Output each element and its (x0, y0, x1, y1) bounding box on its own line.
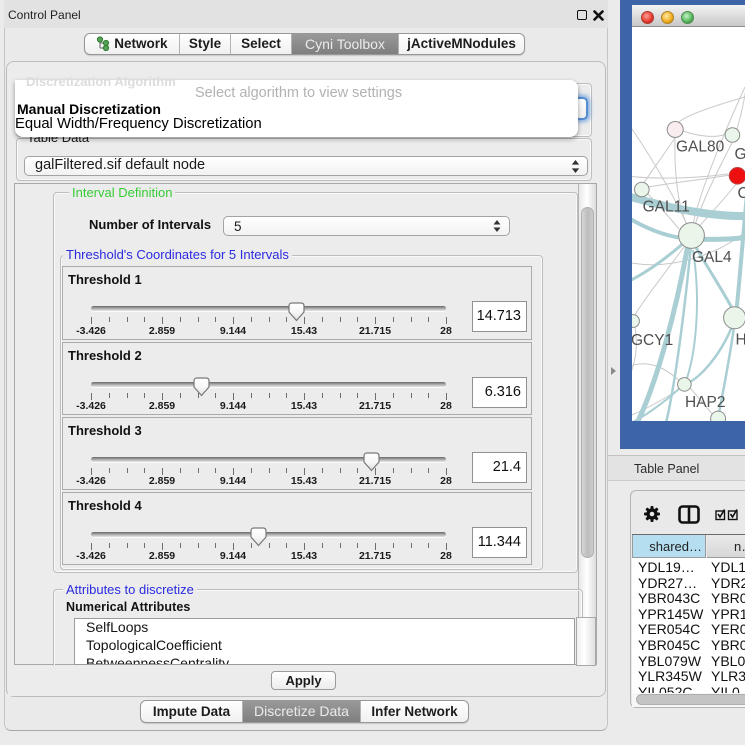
svg-text:GAL80: GAL80 (676, 139, 725, 156)
svg-text:HA: HA (736, 332, 745, 349)
svg-text:GCY1: GCY1 (632, 332, 673, 349)
svg-text:GAL4: GAL4 (692, 249, 732, 266)
svg-text:GA: GA (735, 146, 745, 163)
svg-text:HAP2: HAP2 (685, 394, 726, 411)
svg-text:CR: CR (738, 185, 745, 202)
svg-text:GAL11: GAL11 (643, 199, 690, 216)
